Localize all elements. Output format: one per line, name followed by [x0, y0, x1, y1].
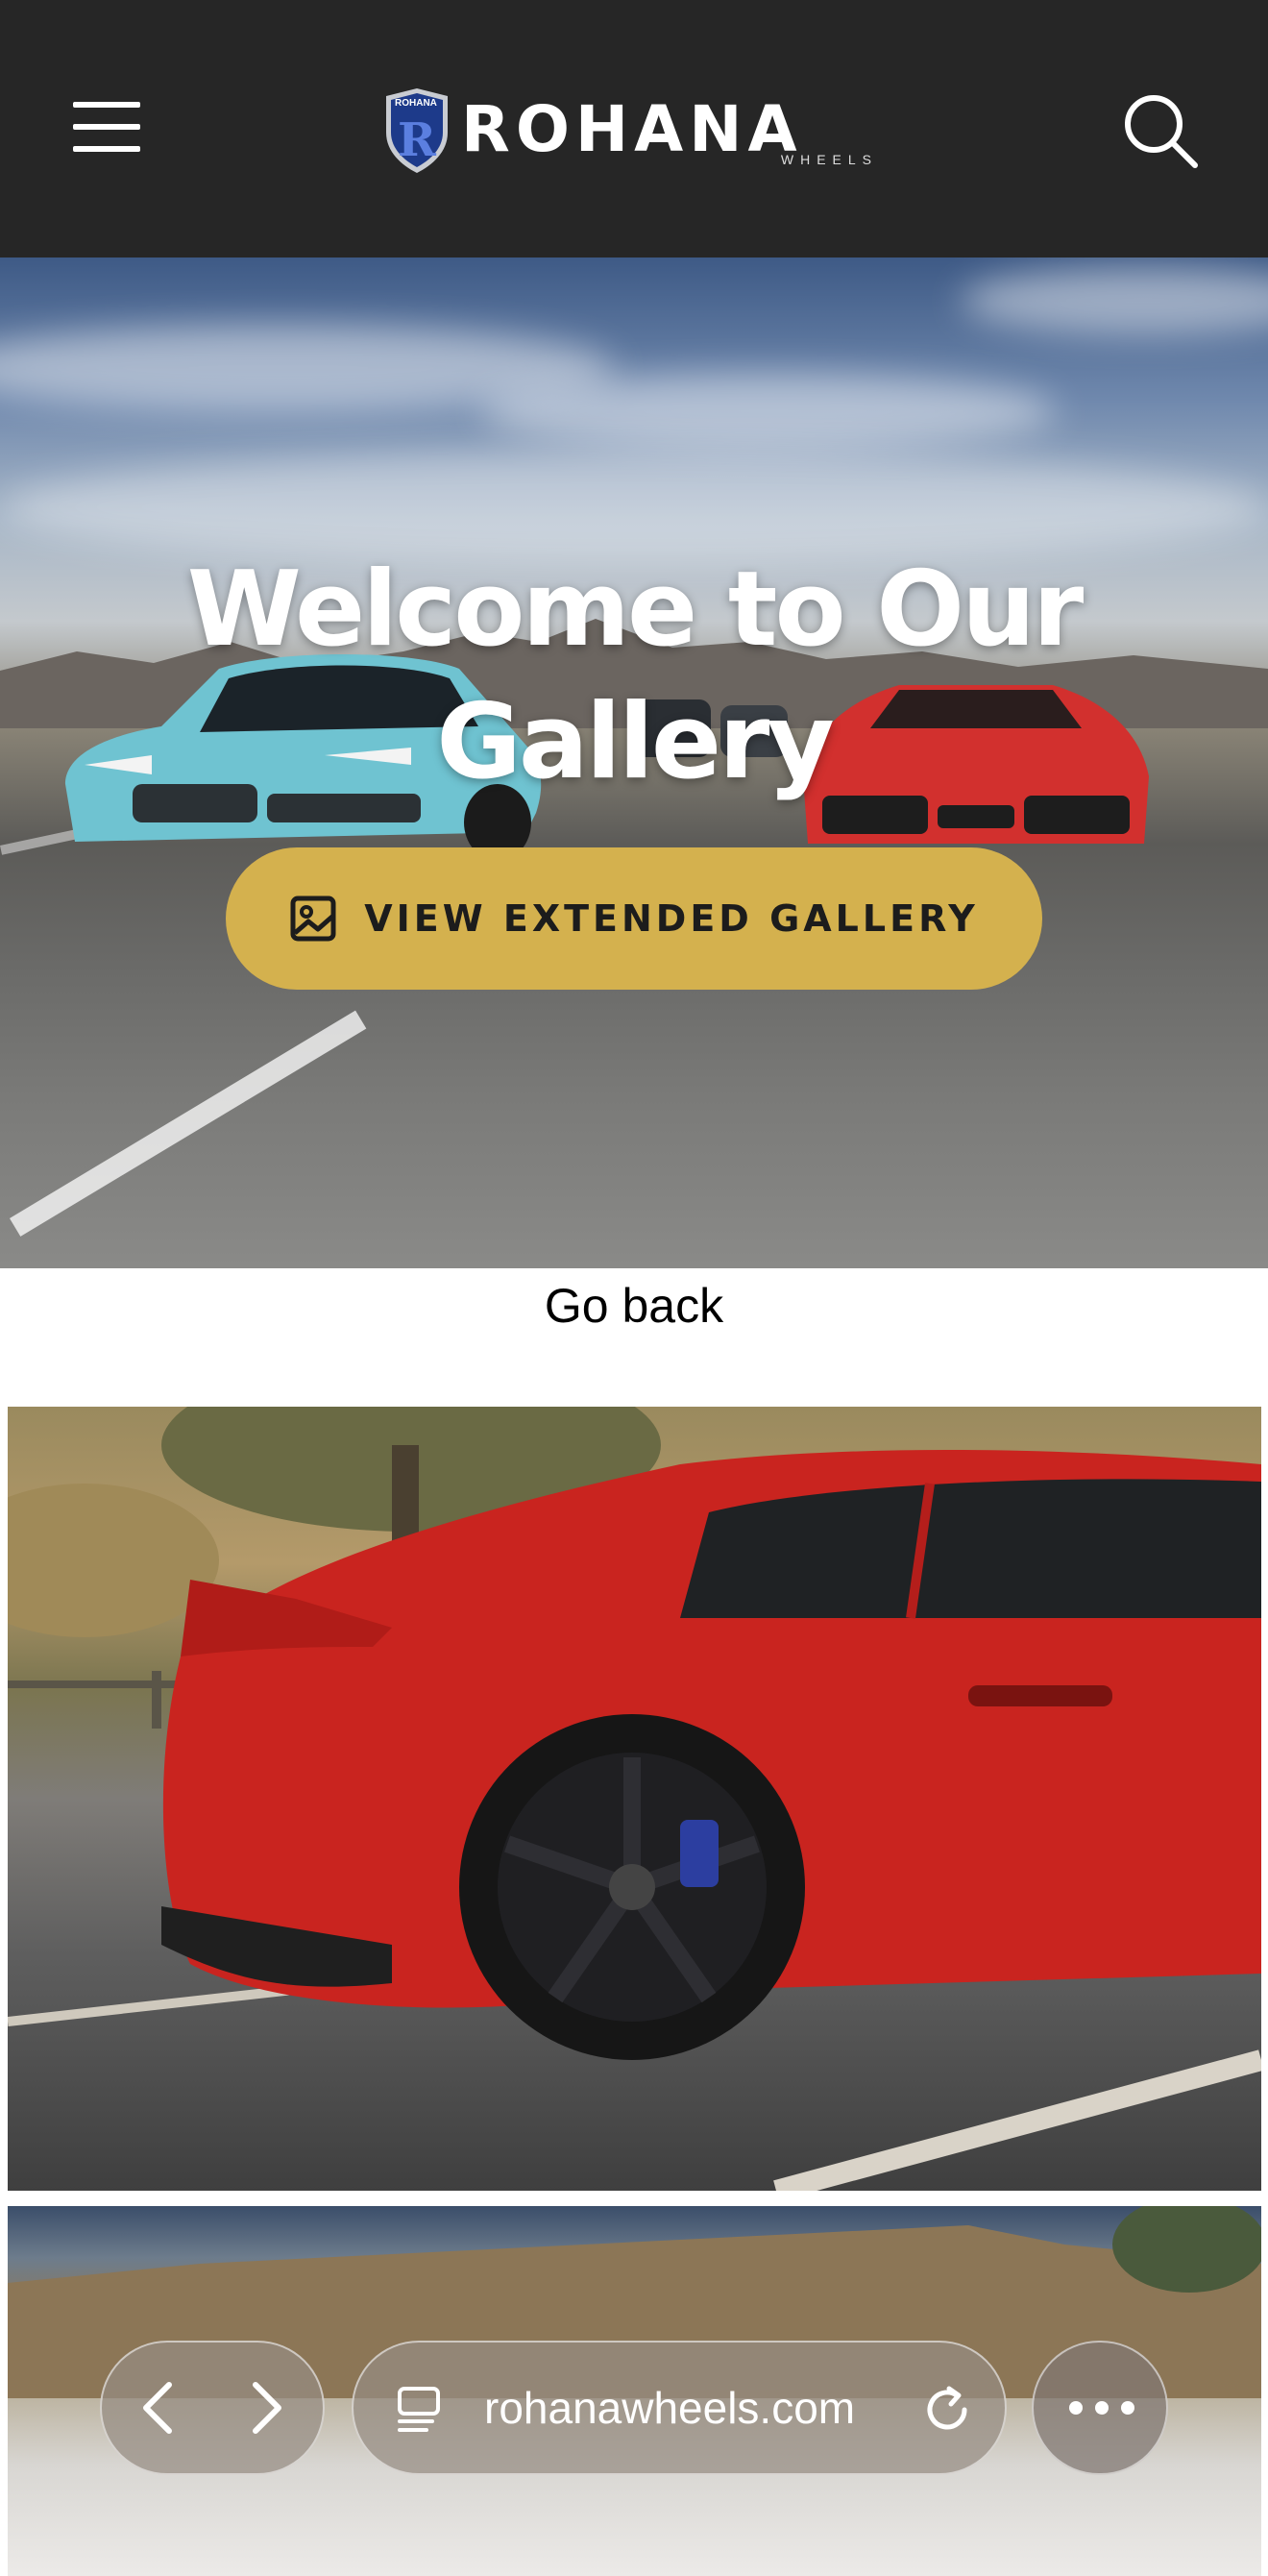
- chevron-right-icon[interactable]: [236, 2377, 294, 2439]
- more-dots-icon[interactable]: [1032, 2341, 1168, 2475]
- browser-nav-buttons: [100, 2341, 325, 2475]
- hero-section: Welcome to Our Gallery VIEW EXTENDED GAL…: [0, 258, 1268, 1268]
- logo-subtitle: WHEELS: [780, 152, 878, 167]
- search-icon[interactable]: [1122, 92, 1199, 169]
- address-bar[interactable]: rohanawheels.com: [352, 2341, 1007, 2475]
- cta-label: VIEW EXTENDED GALLERY: [364, 897, 979, 940]
- cloud-shape: [961, 267, 1268, 334]
- page-icon[interactable]: [394, 2383, 448, 2437]
- url-text: rohanawheels.com: [484, 2383, 856, 2433]
- gallery-image-red-coupe[interactable]: [8, 1407, 1261, 2191]
- road-line: [10, 1010, 367, 1237]
- logo-badge-text: ROHANA: [395, 98, 437, 109]
- svg-text:R: R: [398, 113, 437, 167]
- hero-title: Welcome to Our Gallery: [186, 550, 1085, 802]
- reload-icon[interactable]: [918, 2381, 976, 2439]
- image-icon: [290, 895, 336, 942]
- site-header: R ROHANA ROHANA WHEELS: [0, 0, 1268, 258]
- cloud-shape: [480, 373, 1057, 450]
- chevron-left-icon[interactable]: [131, 2377, 188, 2439]
- go-back-link[interactable]: Go back: [0, 1268, 1268, 1345]
- red-coupe-photo: [8, 1407, 1261, 2191]
- rohana-logo[interactable]: R ROHANA ROHANA WHEELS: [382, 88, 882, 175]
- hamburger-menu-icon[interactable]: [73, 100, 140, 154]
- logo-wordmark: ROHANA: [461, 92, 803, 166]
- view-extended-gallery-button[interactable]: VIEW EXTENDED GALLERY: [226, 847, 1042, 990]
